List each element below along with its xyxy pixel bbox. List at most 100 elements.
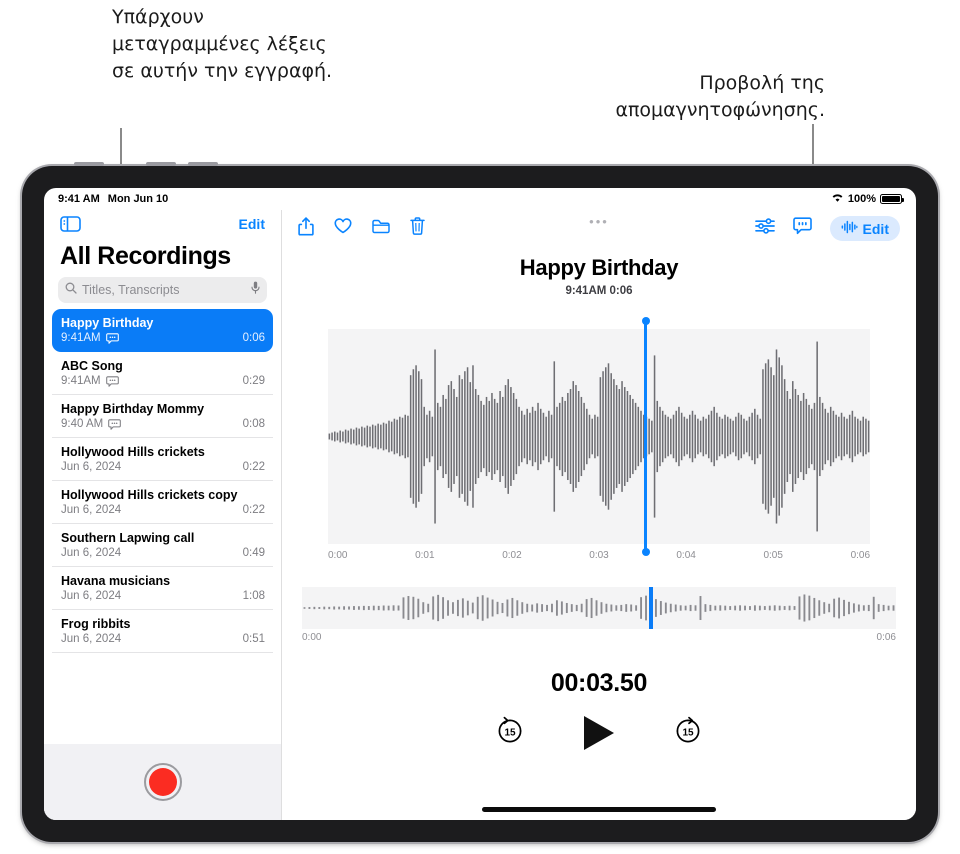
search-input[interactable]: Titles, Transcripts (58, 277, 267, 303)
playhead-handle[interactable] (641, 317, 650, 556)
skip-forward-15-button[interactable]: 15 (673, 716, 703, 751)
callout-left-text: Υπάρχουν μεταγραμμένες λέξεις σε αυτήν τ… (112, 6, 333, 82)
recording-row[interactable]: Frog ribbits Jun 6, 2024 0:51 (52, 610, 273, 653)
waveform-axis-tick: 0:05 (763, 550, 783, 561)
waveform-axis-tick: 0:03 (589, 550, 609, 561)
skip-back-15-button[interactable]: 15 (495, 716, 525, 751)
edit-button[interactable]: Edit (829, 216, 900, 241)
recording-row[interactable]: Hollywood Hills crickets copy Jun 6, 2024… (52, 481, 273, 524)
transcript-bubble-icon (108, 418, 122, 430)
transcript-bubble-icon[interactable] (792, 217, 812, 240)
trash-icon[interactable] (410, 217, 425, 240)
recording-row-name: Hollywood Hills crickets copy (61, 488, 238, 502)
recording-row-duration: 0:22 (242, 504, 265, 516)
waveform-time-axis: 0:00 0:01 0:02 0:03 0:04 0:05 0:06 (328, 550, 870, 561)
sidebar-edit-button[interactable]: Edit (239, 216, 265, 232)
transcript-bubble-icon (105, 375, 119, 387)
recording-row-meta: 9:41AM 0:06 (61, 332, 265, 344)
skip-back-label: 15 (504, 727, 516, 738)
recording-row-duration: 0:08 (242, 418, 265, 430)
recording-row-duration: 0:22 (242, 461, 265, 473)
wifi-icon (831, 193, 844, 206)
record-button[interactable] (143, 763, 182, 801)
recording-row-duration: 0:29 (242, 375, 265, 387)
share-icon[interactable] (298, 216, 314, 241)
status-date: Mon Jun 10 (107, 193, 169, 205)
recording-row-name: Southern Lapwing call (61, 531, 195, 545)
sliders-icon[interactable] (754, 218, 775, 239)
recording-row-duration: 0:49 (242, 547, 265, 559)
skip-forward-label: 15 (682, 727, 694, 738)
recording-row-name: Havana musicians (61, 574, 171, 588)
transport-controls: 15 15 (282, 714, 916, 752)
device-button-top-3 (188, 162, 218, 166)
status-time: 9:41 AM (58, 193, 100, 205)
home-indicator (482, 807, 716, 812)
recording-row-name: Hollywood Hills crickets (61, 445, 205, 459)
recording-row-date: 9:41AM (61, 332, 101, 344)
recordings-list[interactable]: Happy Birthday 9:41AM 0:06 ABC Song 9:41AM 0:… (44, 309, 281, 744)
microphone-icon[interactable] (251, 281, 260, 299)
search-icon (65, 281, 77, 299)
battery-icon (880, 194, 904, 204)
detail-panel: ••• Edit Happy Birthday 9:41AM 0:06 0:00… (282, 210, 916, 820)
page-title: All Recordings (60, 242, 231, 270)
recording-row-name: Frog ribbits (61, 617, 131, 631)
recording-row-name: ABC Song (61, 359, 123, 373)
recording-title: Happy Birthday (519, 255, 679, 280)
recording-row-meta: 9:41AM 0:29 (61, 375, 265, 387)
play-button[interactable] (581, 714, 617, 752)
waveform-detail-bars (328, 341, 870, 532)
device-screen: 9:41 AM Mon Jun 10 100% Edit All Recordi… (44, 188, 916, 820)
recording-row[interactable]: ABC Song 9:41AM 0:29 (52, 352, 273, 395)
recording-row[interactable]: Southern Lapwing call Jun 6, 2024 0:49 (52, 524, 273, 567)
status-bar: 9:41 AM Mon Jun 10 100% (44, 188, 916, 210)
sidebar-footer (44, 744, 281, 820)
waveform-axis-tick: 0:00 (328, 550, 348, 561)
callout-right-text: Προβολή της απομαγνητοφώνησης. (615, 72, 825, 121)
playback-timecode: 00:03.50 (550, 669, 648, 697)
detail-toolbar: Edit (282, 210, 916, 243)
waveform-axis-tick: 0:04 (676, 550, 696, 561)
recording-subtitle: 9:41AM 0:06 (565, 285, 633, 297)
overview-axis-start: 0:00 (302, 632, 322, 643)
recording-row-meta: Jun 6, 2024 0:22 (61, 504, 265, 516)
waveform-icon (841, 220, 858, 237)
recording-row-name: Happy Birthday (61, 316, 154, 330)
recording-row-date: Jun 6, 2024 (61, 633, 122, 645)
recording-row[interactable]: Happy Birthday Mommy 9:40 AM 0:08 (52, 395, 273, 438)
recording-row-duration: 0:06 (242, 332, 265, 344)
waveform-axis-tick: 0:01 (415, 550, 435, 561)
waveform-axis-tick: 0:06 (850, 550, 871, 561)
battery-percent-label: 100% (847, 193, 876, 205)
recording-row-date: Jun 6, 2024 (61, 504, 122, 516)
waveform-overview-scrubber[interactable] (302, 587, 896, 629)
recording-row-duration: 1:08 (242, 590, 265, 602)
recording-row-date: 9:40 AM (61, 418, 104, 430)
folder-icon[interactable] (372, 219, 390, 239)
recording-row-meta: Jun 6, 2024 0:22 (61, 461, 265, 473)
recording-row-meta: 9:40 AM 0:08 (61, 418, 265, 430)
waveform-detail[interactable] (328, 317, 870, 556)
recording-row-date: Jun 6, 2024 (61, 547, 122, 559)
sidebar-toggle-icon[interactable] (60, 216, 81, 232)
recording-row[interactable]: Happy Birthday 9:41AM 0:06 (52, 309, 273, 352)
recording-row-name: Happy Birthday Mommy (61, 402, 205, 416)
waveform-overview-section: 0:00 0:06 (302, 587, 896, 643)
edit-button-label: Edit (862, 220, 889, 237)
search-placeholder: Titles, Transcripts (82, 283, 180, 297)
overview-position-marker[interactable] (648, 587, 653, 629)
device-button-top-1 (74, 162, 104, 166)
sidebar: Edit All Recordings Titles, Transcripts … (44, 210, 282, 820)
recording-row-date: Jun 6, 2024 (61, 461, 122, 473)
waveform-axis-tick: 0:02 (502, 550, 522, 561)
device-button-top-2 (146, 162, 176, 166)
recording-row-duration: 0:51 (242, 633, 265, 645)
recording-row-date: 9:41AM (61, 375, 101, 387)
recording-row[interactable]: Havana musicians Jun 6, 2024 1:08 (52, 567, 273, 610)
overview-time-axis: 0:00 0:06 (302, 632, 896, 643)
heart-icon[interactable] (334, 218, 352, 239)
recording-row-meta: Jun 6, 2024 0:51 (61, 633, 265, 645)
recording-row-meta: Jun 6, 2024 0:49 (61, 547, 265, 559)
recording-row[interactable]: Hollywood Hills crickets Jun 6, 2024 0:22 (52, 438, 273, 481)
